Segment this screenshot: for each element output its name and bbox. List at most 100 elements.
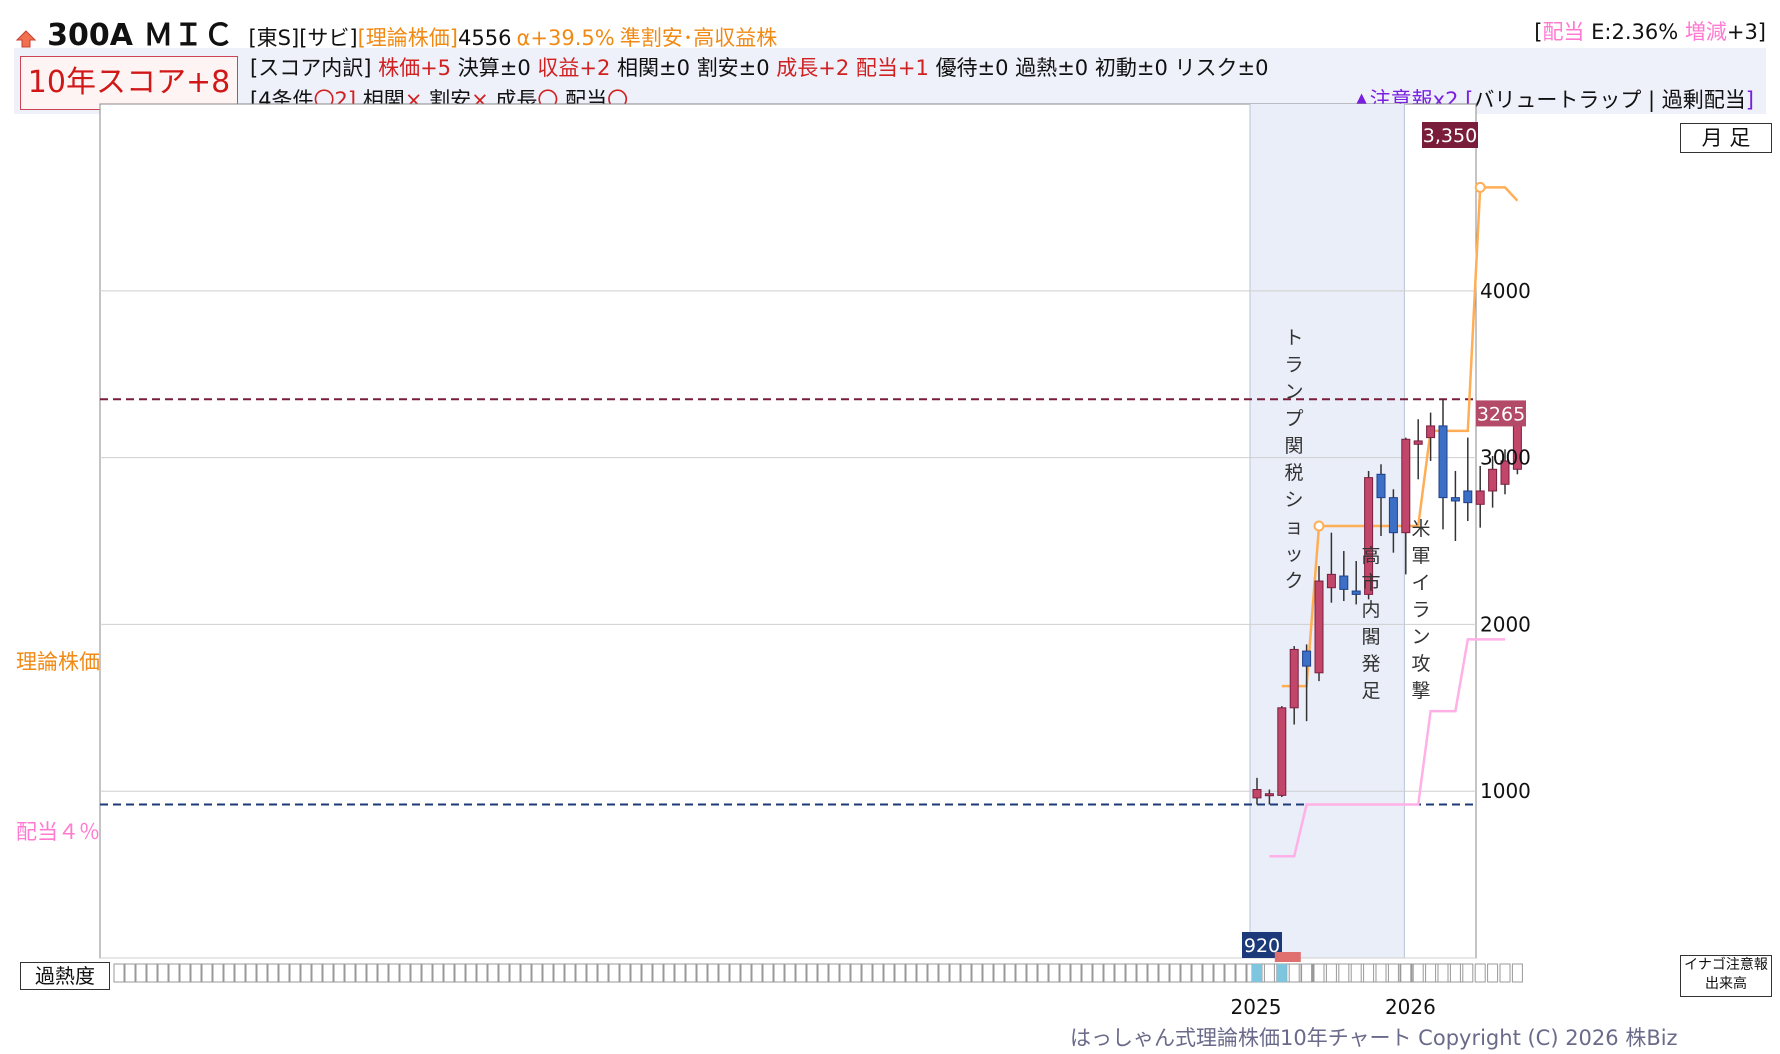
heat-cell <box>982 963 994 983</box>
heat-cell <box>1169 963 1181 983</box>
event-label: ン <box>1284 381 1303 403</box>
heat-cell <box>454 963 466 983</box>
heat-cell <box>1070 963 1082 983</box>
heat-cell <box>773 963 785 983</box>
heat-cell <box>905 963 917 983</box>
candle-body <box>1339 575 1349 590</box>
candle-body <box>1475 490 1485 505</box>
heat-cell <box>740 963 752 983</box>
heat-cell <box>476 963 488 983</box>
heat-cell <box>355 963 367 983</box>
heat-cell <box>278 963 290 983</box>
heat-cell <box>1147 963 1159 983</box>
heat-cell <box>806 963 818 983</box>
event-label: ラ <box>1411 599 1430 621</box>
heat-cell-active <box>1338 963 1350 983</box>
heat-cell-active <box>1474 963 1486 983</box>
heat-cell <box>729 963 741 983</box>
event-label: プ <box>1284 408 1303 430</box>
event-label: 高 <box>1361 545 1380 567</box>
heat-cell-active <box>1437 963 1449 983</box>
event-label: シ <box>1284 489 1303 511</box>
candle-body <box>1438 425 1448 499</box>
heat-cell <box>1235 963 1247 983</box>
heat-cell <box>663 963 675 983</box>
candle-body <box>1351 590 1361 595</box>
heat-cell <box>1015 963 1027 983</box>
heat-cell <box>597 963 609 983</box>
heat-cell-active <box>1425 963 1437 983</box>
heat-cell <box>432 963 444 983</box>
price-chart: 10002000300040002025 20263,3503265920トランプ… <box>99 103 1531 1019</box>
candle-body <box>1488 468 1498 492</box>
event-label: ン <box>1411 626 1430 648</box>
heat-cell <box>861 963 873 983</box>
candle-body <box>1388 497 1398 534</box>
event-label: 攻 <box>1411 653 1430 675</box>
x-tick-label: 2026 <box>1385 995 1436 1019</box>
heat-cell-active <box>1313 963 1325 983</box>
heat-cell <box>817 963 829 983</box>
heat-cell <box>531 963 543 983</box>
heat-cell <box>168 963 180 983</box>
heat-cell <box>190 963 202 983</box>
volume-marker <box>1252 964 1262 982</box>
candle-body <box>1277 707 1287 796</box>
heat-cell <box>1004 963 1016 983</box>
heat-cell <box>311 963 323 983</box>
candle-body <box>1426 425 1436 439</box>
event-label: 市 <box>1361 572 1380 594</box>
heat-cell <box>993 963 1005 983</box>
heat-cell <box>509 963 521 983</box>
heat-cell <box>465 963 477 983</box>
heat-cell <box>135 963 147 983</box>
candle-body <box>1289 648 1299 709</box>
heat-cell <box>421 963 433 983</box>
heat-cell-active <box>1400 963 1412 983</box>
theory-marker <box>1474 181 1486 193</box>
heat-cell <box>927 963 939 983</box>
heat-cell <box>366 963 378 983</box>
heat-cell <box>146 963 158 983</box>
heat-cell <box>938 963 950 983</box>
candle-body <box>1252 789 1262 799</box>
heat-cell <box>641 963 653 983</box>
heat-cell <box>267 963 279 983</box>
volume-legend-top: イナゴ注意報 <box>1684 957 1768 973</box>
volume-marker <box>1276 964 1287 982</box>
heat-cell <box>839 963 851 983</box>
heat-cell <box>608 963 620 983</box>
heat-cell <box>322 963 334 983</box>
heat-cell <box>1158 963 1170 983</box>
heat-cell <box>520 963 532 983</box>
candle-body <box>1376 473 1386 499</box>
heat-cell <box>113 963 125 983</box>
heat-cell <box>751 963 763 983</box>
heat-cell <box>388 963 400 983</box>
heat-cell <box>1092 963 1104 983</box>
heat-cell <box>795 963 807 983</box>
heat-cell <box>619 963 631 983</box>
heat-cell <box>256 963 268 983</box>
heat-cell <box>245 963 257 983</box>
heat-cell-active <box>1288 963 1300 983</box>
heat-cell <box>1048 963 1060 983</box>
heat-cell <box>300 963 312 983</box>
event-label: 米 <box>1411 518 1430 540</box>
period-low-label: 920 <box>1244 935 1280 957</box>
heat-cell <box>487 963 499 983</box>
heat-cell-active <box>1375 963 1387 983</box>
candle-body <box>1314 580 1324 674</box>
heat-cell <box>674 963 686 983</box>
heat-cell <box>696 963 708 983</box>
candle-body <box>1302 650 1312 667</box>
heat-cell <box>1114 963 1126 983</box>
heat-cell <box>707 963 719 983</box>
heat-cell <box>685 963 697 983</box>
heat-cell <box>1136 963 1148 983</box>
heat-cell <box>971 963 983 983</box>
heat-cell <box>1026 963 1038 983</box>
heat-cell <box>344 963 356 983</box>
candle-body <box>1326 573 1336 589</box>
heat-cell-active <box>1412 963 1424 983</box>
